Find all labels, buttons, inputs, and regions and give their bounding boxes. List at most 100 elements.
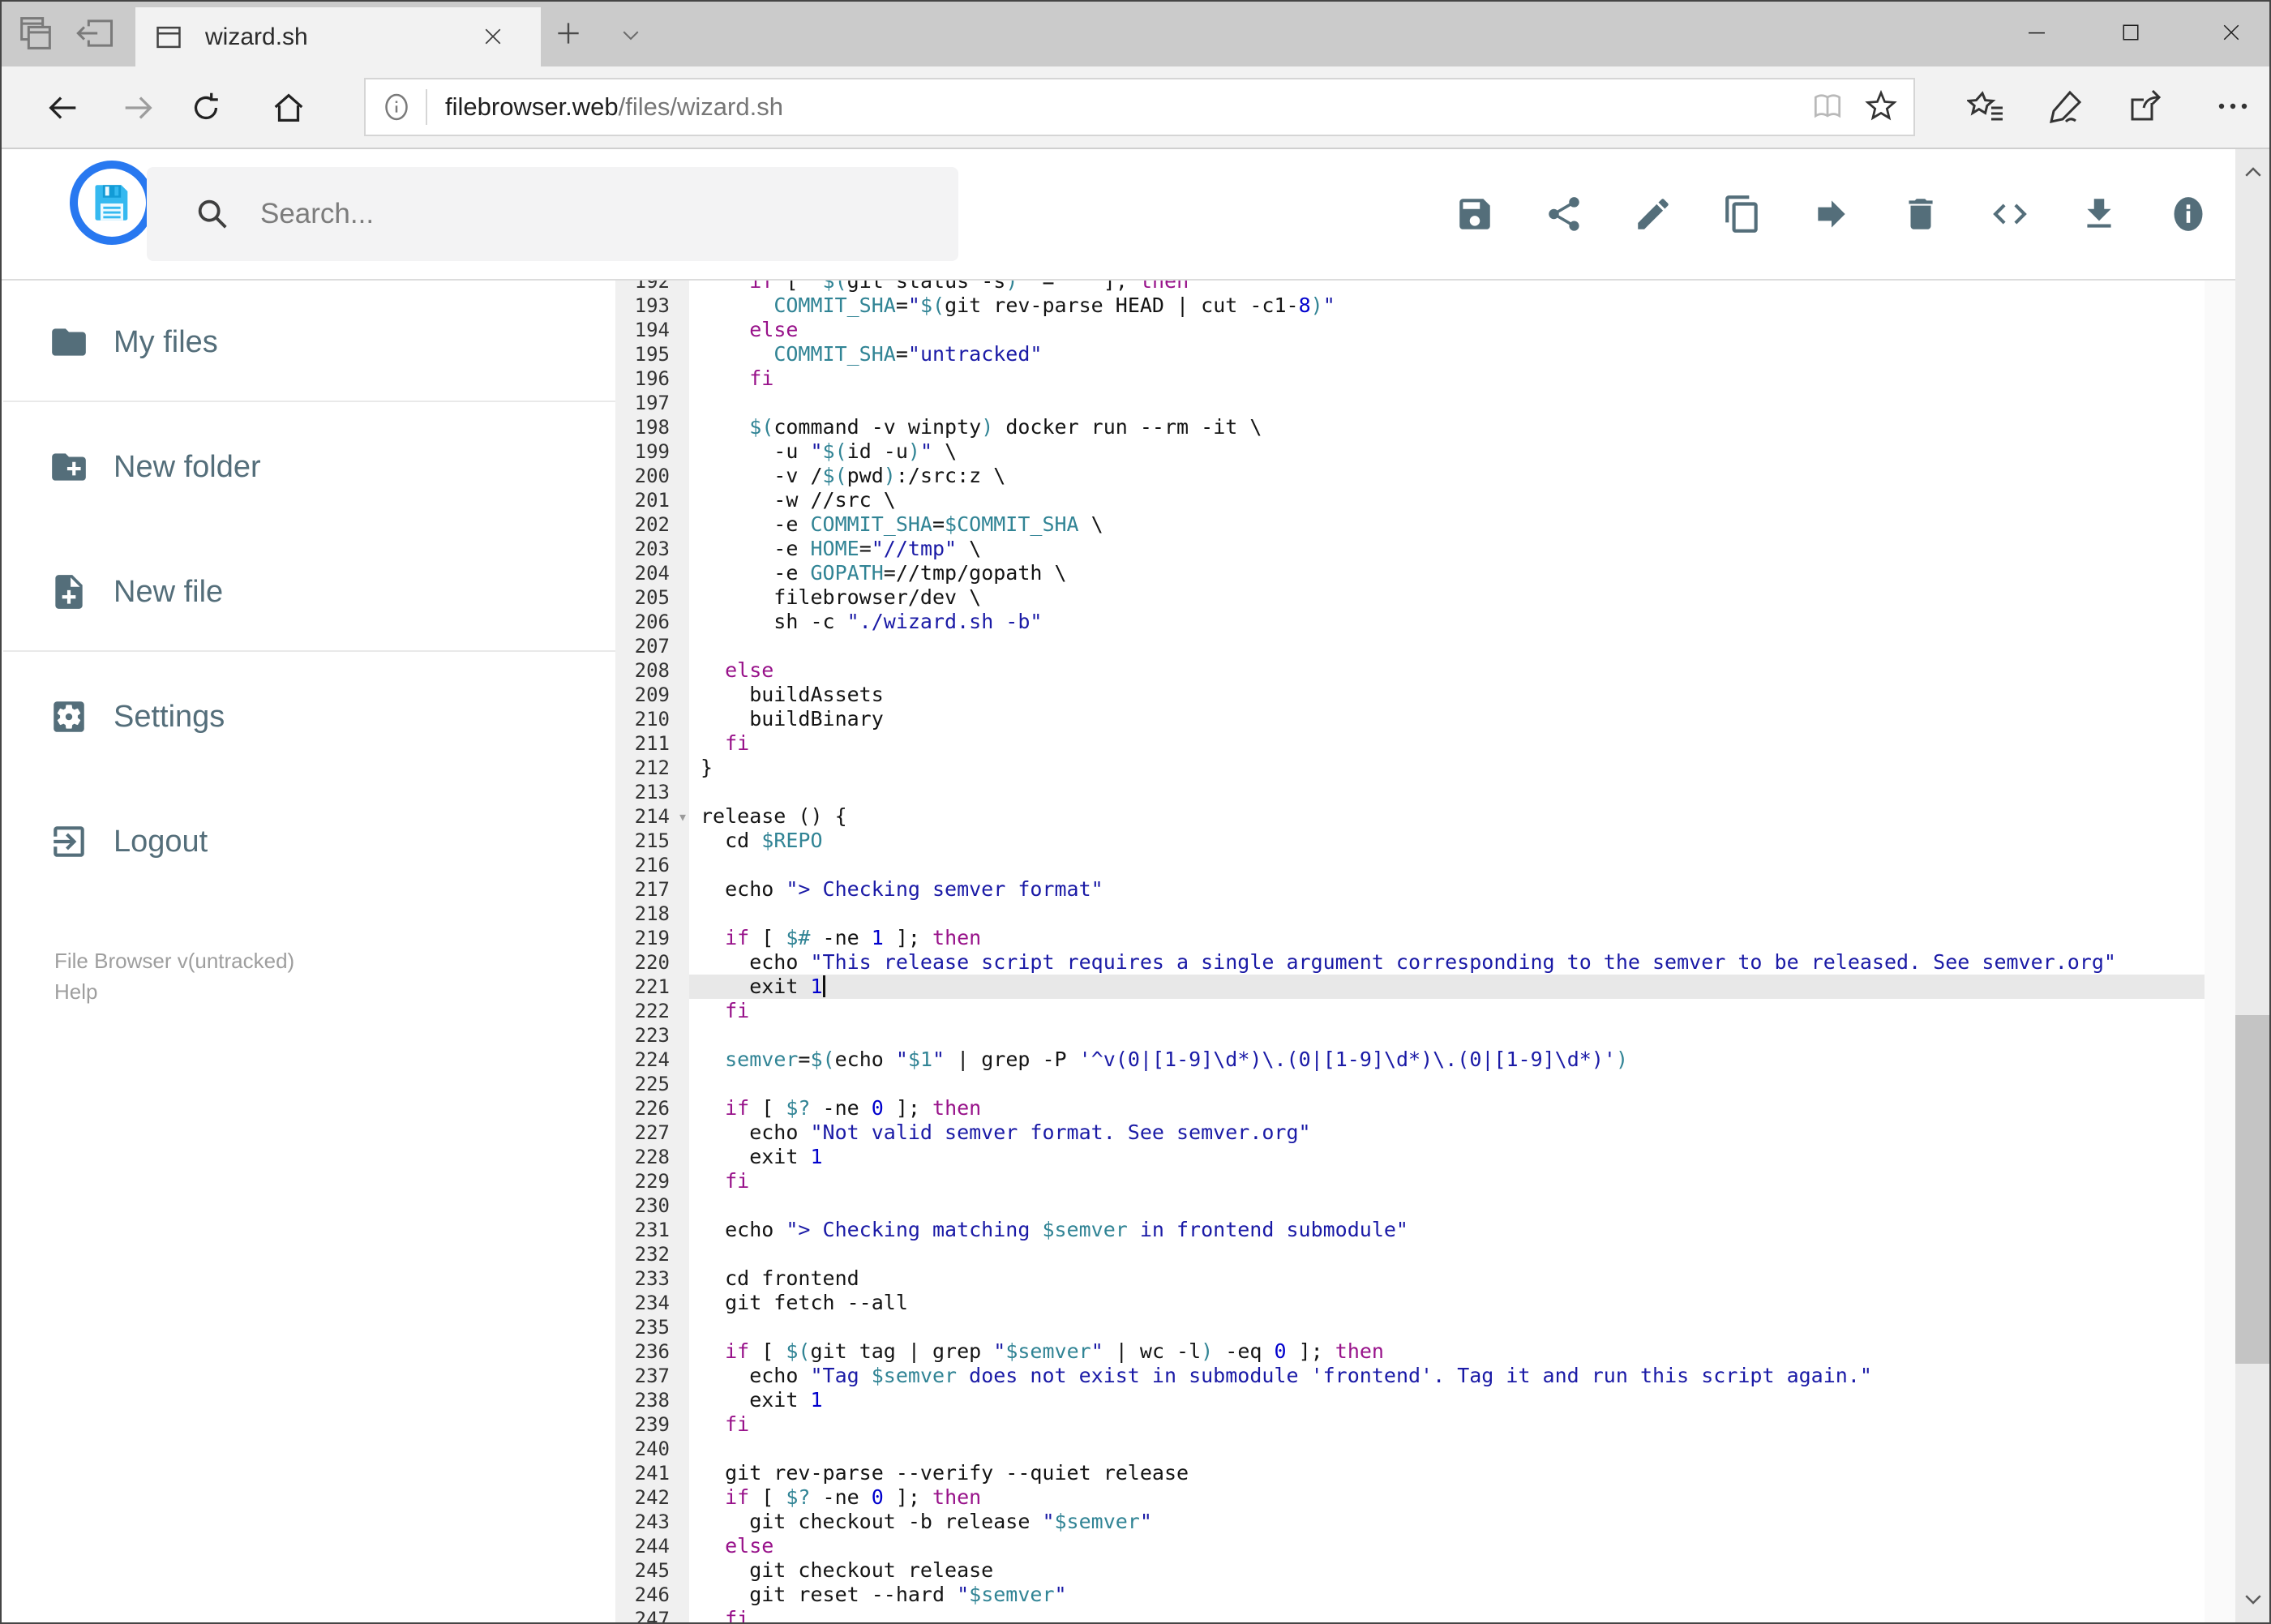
code-line[interactable]: 219 if [ $# -ne 1 ]; then [615,926,2205,950]
code-line[interactable]: 246 git reset --hard "$semver" [615,1583,2205,1607]
code-line[interactable]: 235 [615,1315,2205,1339]
web-note-button[interactable] [2042,84,2090,130]
sidebar-item-new-folder[interactable]: New folder [3,435,615,499]
code-button[interactable] [1965,165,2055,263]
help-link[interactable]: Help [54,976,294,1007]
code-line[interactable]: 208 else [615,658,2205,683]
set-tabs-aside-button[interactable] [73,11,118,57]
new-tab-button[interactable] [552,18,585,50]
code-line[interactable]: 216 [615,853,2205,877]
code-line[interactable]: 244 else [615,1534,2205,1558]
code-line[interactable]: 223 [615,1023,2205,1048]
home-button[interactable] [266,86,311,131]
site-info-icon[interactable] [380,91,413,123]
sidebar-item-new-file[interactable]: New file [3,559,615,624]
code-line[interactable]: 241 git rev-parse --verify --quiet relea… [615,1461,2205,1485]
code-line[interactable]: 205 filebrowser/dev \ [615,585,2205,610]
copy-button[interactable] [1698,165,1787,263]
code-editor[interactable]: 192 if [ "$(git status -s)" = "" ]; then… [615,281,2205,1622]
edit-button[interactable] [1609,165,1698,263]
code-line[interactable]: 231 echo "> Checking matching $semver in… [615,1218,2205,1242]
code-line[interactable]: 220 echo "This release script requires a… [615,950,2205,975]
code-line[interactable]: 232 [615,1242,2205,1266]
code-line[interactable]: 221 exit 1 [615,975,2205,999]
share-page-button[interactable] [2121,84,2170,130]
code-line[interactable]: 204 -e GOPATH=//tmp/gopath \ [615,561,2205,585]
code-line[interactable]: 245 git checkout release [615,1558,2205,1583]
code-line[interactable]: 199 -u "$(id -u)" \ [615,439,2205,464]
scrollbar-thumb[interactable] [2235,1015,2269,1364]
code-line[interactable]: 212} [615,756,2205,780]
code-line[interactable]: 222 fi [615,999,2205,1023]
code-line[interactable]: 193 COMMIT_SHA="$(git rev-parse HEAD | c… [615,294,2205,318]
back-button[interactable] [41,86,86,131]
refresh-button[interactable] [183,86,229,131]
code-line[interactable]: 239 fi [615,1412,2205,1437]
code-line[interactable]: 228 exit 1 [615,1145,2205,1169]
share-button[interactable] [1519,165,1609,263]
info-button[interactable] [2144,165,2233,263]
maximize-button[interactable] [2093,2,2168,65]
filebrowser-logo[interactable] [70,161,154,245]
page-scrollbar[interactable] [2235,149,2269,1622]
delete-button[interactable] [1876,165,1965,263]
code-line[interactable]: 197 [615,391,2205,415]
download-button[interactable] [2055,165,2144,263]
code-line[interactable]: 194 else [615,318,2205,342]
more-actions-button[interactable] [2209,84,2257,130]
code-line[interactable]: 209 buildAssets [615,683,2205,707]
reading-view-button[interactable] [1806,86,1849,128]
close-window-button[interactable] [2194,2,2269,65]
sidebar-item-logout[interactable]: Logout [3,809,615,874]
code-line[interactable]: 213 [615,780,2205,804]
code-line[interactable]: 207 [615,634,2205,658]
code-line[interactable]: 211 fi [615,731,2205,756]
code-line[interactable]: 201 -w //src \ [615,488,2205,512]
code-line[interactable]: 202 -e COMMIT_SHA=$COMMIT_SHA \ [615,512,2205,537]
code-line[interactable]: 236 if [ $(git tag | grep "$semver" | wc… [615,1339,2205,1364]
code-line[interactable]: 215 cd $REPO [615,829,2205,853]
code-line[interactable]: 214 ▾ release () { [615,804,2205,829]
address-bar[interactable]: filebrowser.web/files/wizard.sh [364,78,1915,136]
tab-list-button[interactable] [615,21,647,50]
save-button[interactable] [1430,165,1519,263]
move-button[interactable] [1787,165,1876,263]
scroll-down-button[interactable] [2235,1582,2269,1618]
code-line[interactable]: 237 echo "Tag $semver does not exist in … [615,1364,2205,1388]
code-line[interactable]: 242 if [ $? -ne 0 ]; then [615,1485,2205,1510]
add-favorite-button[interactable] [1860,86,1902,128]
code-line[interactable]: 233 cd frontend [615,1266,2205,1291]
sidebar-item-settings[interactable]: Settings [3,684,615,749]
scroll-up-button[interactable] [2235,156,2269,191]
code-line[interactable]: 240 [615,1437,2205,1461]
url-text[interactable]: filebrowser.web/files/wizard.sh [445,92,783,122]
code-line[interactable]: 198 $(command -v winpty) docker run --rm… [615,415,2205,439]
tabs-set-aside-list-button[interactable] [13,11,58,57]
code-line[interactable]: 224 semver=$(echo "$1" | grep -P '^v(0|[… [615,1048,2205,1072]
code-line[interactable]: 196 fi [615,366,2205,391]
code-line[interactable]: 218 [615,902,2205,926]
tab-wizard-sh[interactable]: wizard.sh [135,7,541,66]
code-line[interactable]: 226 if [ $? -ne 0 ]; then [615,1096,2205,1121]
code-line[interactable]: 229 fi [615,1169,2205,1193]
code-line[interactable]: 217 echo "> Checking semver format" [615,877,2205,902]
code-line[interactable]: 230 [615,1193,2205,1218]
forward-button[interactable] [115,86,161,131]
code-line[interactable]: 247 fi [615,1607,2205,1622]
code-line[interactable]: 225 [615,1072,2205,1096]
code-line[interactable]: 203 -e HOME="//tmp" \ [615,537,2205,561]
minimize-button[interactable] [1999,2,2074,65]
sidebar-item-my-files[interactable]: My files [3,310,615,375]
code-line[interactable]: 238 exit 1 [615,1388,2205,1412]
code-line[interactable]: 234 git fetch --all [615,1291,2205,1315]
code-line[interactable]: 192 if [ "$(git status -s)" = "" ]; then [615,281,2205,294]
fold-toggle-icon[interactable]: ▾ [678,804,688,829]
search-box[interactable]: Search... [147,167,958,261]
code-line[interactable]: 243 git checkout -b release "$semver" [615,1510,2205,1534]
code-line[interactable]: 210 buildBinary [615,707,2205,731]
code-line[interactable]: 206 sh -c "./wizard.sh -b" [615,610,2205,634]
favorites-hub-button[interactable] [1962,84,2011,130]
code-line[interactable]: 195 COMMIT_SHA="untracked" [615,342,2205,366]
tab-close-button[interactable] [479,24,507,51]
code-line[interactable]: 200 -v /$(pwd):/src:z \ [615,464,2205,488]
